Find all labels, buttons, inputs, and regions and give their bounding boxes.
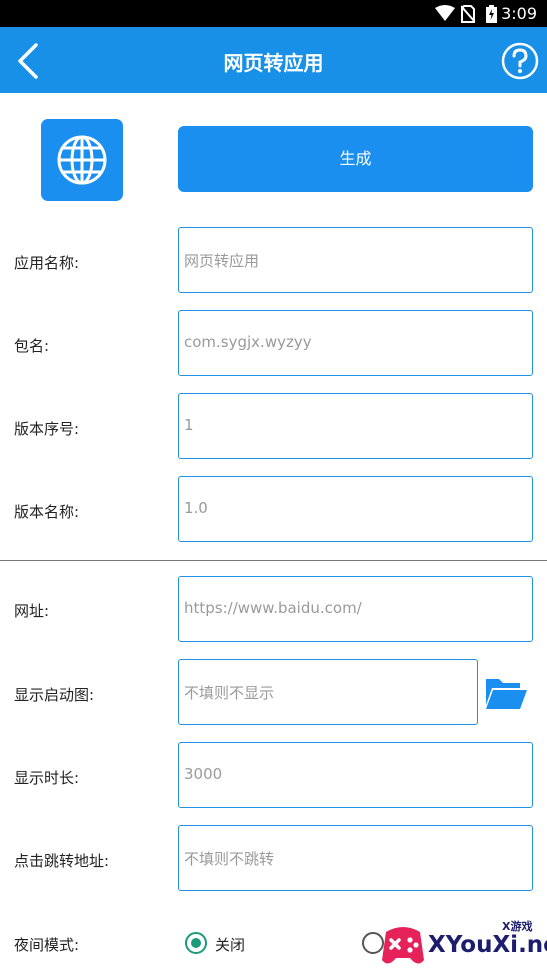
app-name-placeholder: 网页转应用 xyxy=(184,252,260,270)
app-bar: 网页转应用 xyxy=(0,27,547,93)
url-label: 网址: xyxy=(14,602,50,620)
app-name-label: 应用名称: xyxy=(14,254,80,272)
version-name-label: 版本名称: xyxy=(14,503,80,521)
globe-icon xyxy=(57,135,107,185)
section-divider xyxy=(0,560,547,561)
night-mode-off-radio[interactable] xyxy=(185,932,207,954)
generate-button[interactable]: 生成 xyxy=(178,126,533,192)
display-duration-placeholder: 3000 xyxy=(184,765,223,783)
watermark: XYouXi.net X游戏 xyxy=(380,916,547,974)
battery-charging-icon xyxy=(486,5,497,23)
click-redirect-label: 点击跳转地址: xyxy=(14,852,110,870)
click-redirect-placeholder: 不填则不跳转 xyxy=(184,850,275,868)
display-duration-label: 显示时长: xyxy=(14,769,80,787)
url-placeholder: https://www.baidu.com/ xyxy=(184,599,362,617)
display-duration-input[interactable]: 3000 xyxy=(178,742,533,808)
wifi-icon xyxy=(435,5,455,21)
splash-image-label: 显示启动图: xyxy=(14,686,95,704)
watermark-tag: X游戏 xyxy=(502,920,533,933)
version-name-input[interactable]: 1.0 xyxy=(178,476,533,542)
folder-open-icon[interactable] xyxy=(484,675,528,711)
night-mode-label: 夜间模式: xyxy=(14,936,80,954)
version-code-input[interactable]: 1 xyxy=(178,393,533,459)
package-name-label: 包名: xyxy=(14,337,50,355)
screen: 3:09 网页转应用 生成 应用名称: 网页转应用 包名: com.sygjx.… xyxy=(0,0,547,974)
status-bar: 3:09 xyxy=(0,0,547,27)
watermark-brand: XYouXi.net xyxy=(428,932,547,958)
app-icon-preview[interactable] xyxy=(41,119,123,201)
version-code-placeholder: 1 xyxy=(184,416,194,434)
gamepad-logo-icon xyxy=(382,927,424,964)
help-circle-icon[interactable] xyxy=(501,42,539,80)
version-name-placeholder: 1.0 xyxy=(184,499,208,517)
night-mode-off-label: 关闭 xyxy=(215,936,246,954)
app-name-input[interactable]: 网页转应用 xyxy=(178,227,533,293)
version-code-label: 版本序号: xyxy=(14,420,80,438)
splash-image-placeholder: 不填则不显示 xyxy=(184,684,275,702)
splash-image-input[interactable]: 不填则不显示 xyxy=(178,659,478,725)
click-redirect-input[interactable]: 不填则不跳转 xyxy=(178,825,533,891)
page-title: 网页转应用 xyxy=(223,51,324,75)
clock: 3:09 xyxy=(501,4,537,23)
url-input[interactable]: https://www.baidu.com/ xyxy=(178,576,533,642)
package-name-input[interactable]: com.sygjx.wyzyy xyxy=(178,310,533,376)
no-sim-icon xyxy=(461,5,475,23)
radio-selected-dot xyxy=(191,938,201,948)
package-name-placeholder: com.sygjx.wyzyy xyxy=(184,333,312,351)
